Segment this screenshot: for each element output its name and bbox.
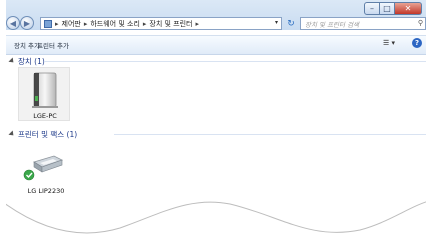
device-label: LGE-PC bbox=[33, 112, 57, 120]
breadcrumb-separator: ▸ bbox=[195, 19, 200, 28]
collapse-triangle-icon[interactable] bbox=[8, 130, 16, 138]
breadcrumb-item-devices-printers[interactable]: 장치 및 프린터 bbox=[149, 19, 192, 29]
control-panel-icon bbox=[44, 19, 52, 28]
command-bar: 장치 추가 프린터 추가 ☰ ▾ ? bbox=[6, 35, 426, 55]
navigation-row: ◀ ▶ ▸ 제어판 ▸ 하드웨어 및 소리 ▸ 장치 및 프린터 ▸ ▾ ↻ 장… bbox=[6, 16, 426, 32]
forward-button[interactable]: ▶ bbox=[20, 16, 34, 30]
caption-buttons: – □ ✕ bbox=[364, 2, 422, 15]
close-button[interactable]: ✕ bbox=[395, 2, 422, 15]
group-title-devices: 장치 (1) bbox=[18, 57, 45, 66]
help-icon[interactable]: ? bbox=[412, 38, 422, 48]
group-title-printers: 프린터 및 팩스 (1) bbox=[18, 130, 78, 139]
breadcrumb-separator: ▸ bbox=[83, 19, 88, 28]
search-icon[interactable]: ⚲ bbox=[418, 19, 423, 27]
add-printer-button[interactable]: 프린터 추가 bbox=[37, 40, 69, 50]
devices-and-printers-window: – □ ✕ ◀ ▶ ▸ 제어판 ▸ 하드웨어 및 소리 ▸ 장치 및 프린터 ▸… bbox=[6, 0, 426, 244]
group-header-printers[interactable]: 프린터 및 팩스 (1) bbox=[6, 129, 426, 139]
view-options-button[interactable]: ☰ ▾ bbox=[383, 39, 395, 47]
breadcrumb-separator: ▸ bbox=[55, 19, 59, 28]
maximize-button[interactable]: □ bbox=[380, 2, 395, 15]
device-item-lge-pc[interactable]: LGE-PC bbox=[18, 67, 70, 121]
group-divider bbox=[114, 134, 426, 135]
breadcrumb-item-hardware-sound[interactable]: 하드웨어 및 소리 bbox=[90, 19, 140, 29]
title-bar: – □ ✕ ◀ ▶ ▸ 제어판 ▸ 하드웨어 및 소리 ▸ 장치 및 프린터 ▸… bbox=[6, 0, 426, 30]
collapse-triangle-icon[interactable] bbox=[8, 57, 16, 65]
torn-edge-decoration bbox=[6, 201, 426, 244]
group-header-devices[interactable]: 장치 (1) bbox=[6, 56, 426, 66]
computer-icon bbox=[32, 72, 58, 108]
address-dropdown-icon[interactable]: ▾ bbox=[275, 19, 278, 26]
breadcrumb-item-control-panel[interactable]: 제어판 bbox=[62, 19, 81, 29]
address-bar[interactable]: ▸ 제어판 ▸ 하드웨어 및 소리 ▸ 장치 및 프린터 ▸ ▾ bbox=[40, 17, 282, 30]
breadcrumb-separator: ▸ bbox=[142, 19, 147, 28]
search-placeholder: 장치 및 프린터 검색 bbox=[305, 20, 360, 29]
back-button[interactable]: ◀ bbox=[6, 16, 20, 30]
group-divider bbox=[44, 61, 426, 62]
search-input[interactable]: 장치 및 프린터 검색 ⚲ bbox=[300, 17, 426, 30]
refresh-icon[interactable]: ↻ bbox=[285, 17, 297, 30]
minimize-button[interactable]: – bbox=[364, 2, 380, 15]
